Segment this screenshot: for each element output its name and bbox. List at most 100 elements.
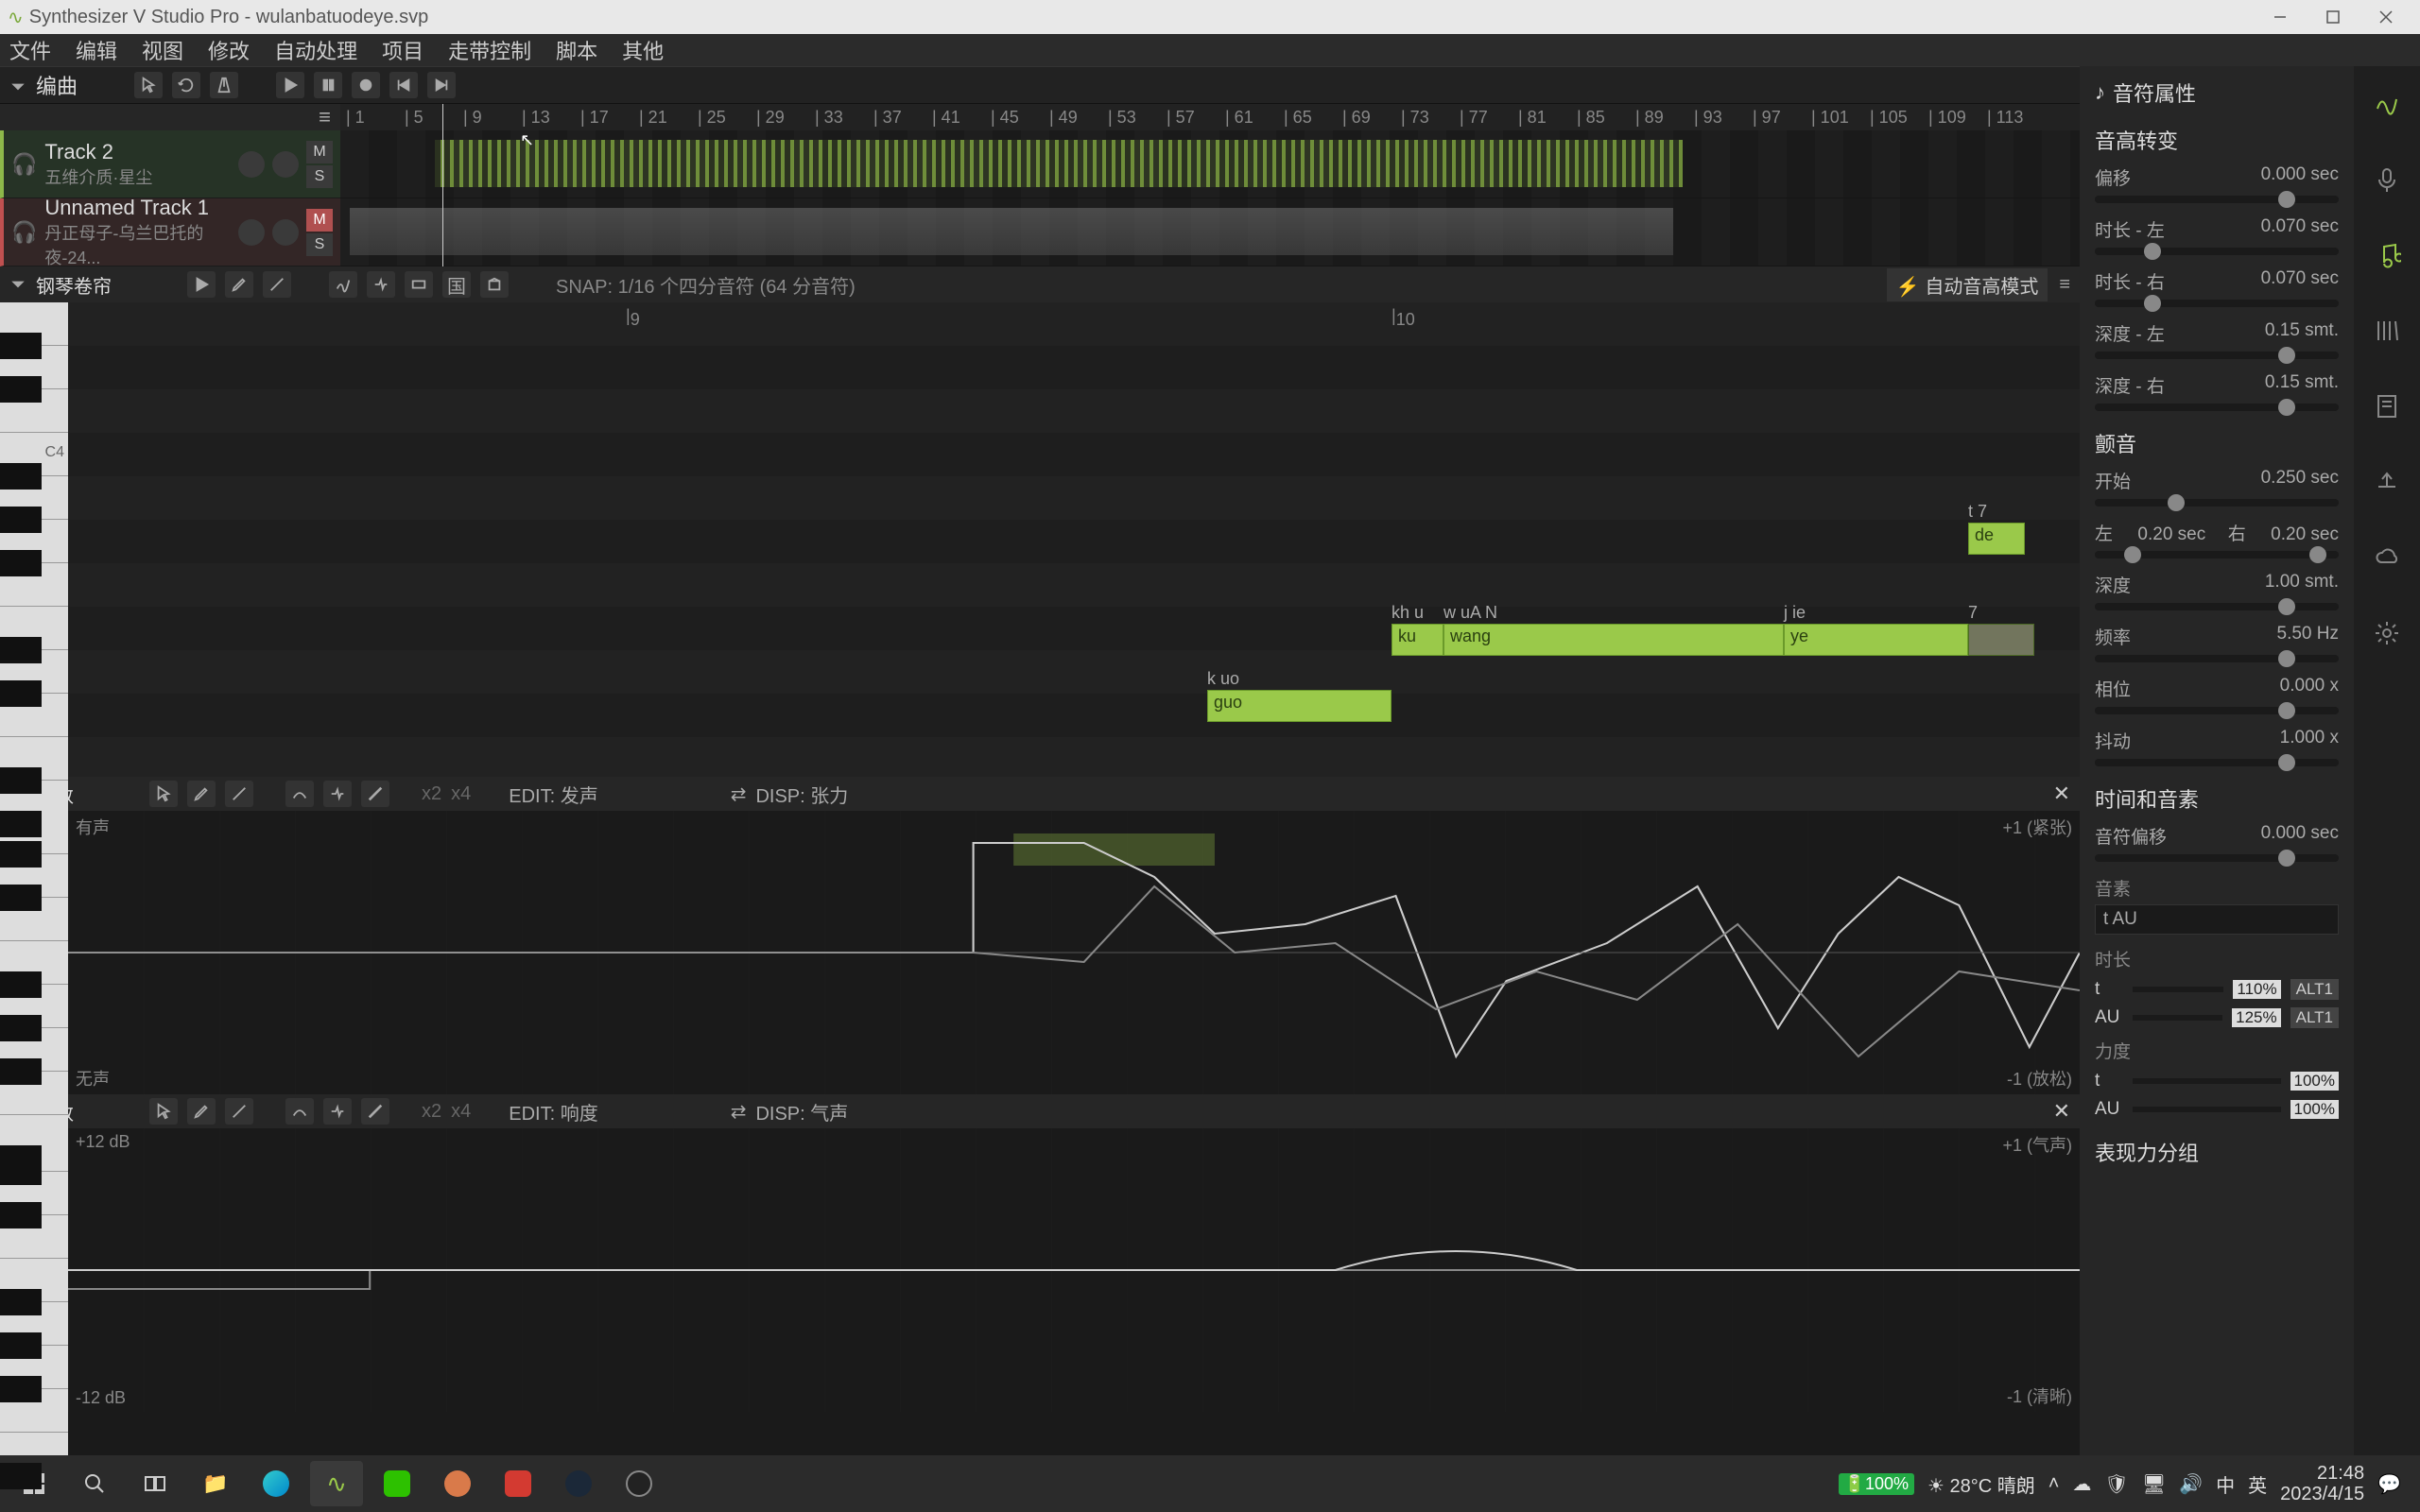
- obs-icon[interactable]: [613, 1461, 666, 1506]
- param2-tool-line[interactable]: [225, 1098, 253, 1125]
- tray-onedrive-icon[interactable]: ☁: [2072, 1472, 2091, 1496]
- midi-region[interactable]: [435, 140, 1683, 187]
- track1-solo[interactable]: S: [306, 165, 333, 188]
- val-t-dur[interactable]: 110%: [2233, 980, 2280, 999]
- ime-lang[interactable]: 中: [2216, 1470, 2235, 1498]
- transport-pause[interactable]: [314, 72, 342, 98]
- slider-vibdep[interactable]: [2095, 603, 2339, 610]
- slider-t-force[interactable]: [2133, 1078, 2281, 1084]
- param1-x2[interactable]: x2: [422, 783, 441, 805]
- track-header-1[interactable]: 🎧 Track 2 五维介质·星尘 M S: [0, 130, 340, 198]
- menu-modify[interactable]: 修改: [208, 35, 250, 65]
- wechat-icon[interactable]: [371, 1461, 424, 1506]
- track2-mute[interactable]: M: [306, 209, 333, 232]
- panel-mic-icon[interactable]: [2368, 161, 2406, 198]
- tool-loop[interactable]: [172, 72, 200, 98]
- slider-noteoff[interactable]: [2095, 854, 2339, 862]
- param2-tool-pointer[interactable]: [149, 1098, 178, 1125]
- piano-mode-5[interactable]: [480, 271, 509, 298]
- track1-knob2[interactable]: [272, 151, 299, 178]
- param1-disp[interactable]: DISP: 张力: [755, 781, 848, 808]
- piano-mode-4[interactable]: 国: [442, 271, 471, 298]
- piano-menu-icon[interactable]: ≡: [2059, 274, 2070, 296]
- transport-play[interactable]: [276, 72, 304, 98]
- slider-durl[interactable]: [2095, 248, 2339, 255]
- note-n-ye[interactable]: ye: [1784, 624, 1968, 656]
- slider-t-dur[interactable]: [2133, 987, 2223, 992]
- panel-logo-icon[interactable]: [2368, 85, 2406, 123]
- menu-project[interactable]: 项目: [382, 35, 424, 65]
- weather-widget[interactable]: ☀ 28°C 晴朗: [1927, 1470, 2035, 1498]
- snap-label[interactable]: SNAP: 1/16 个四分音符 (64 分音符): [556, 271, 856, 299]
- param1-curve-1[interactable]: [285, 781, 314, 807]
- param1-tool-line[interactable]: [225, 781, 253, 807]
- panel-render-icon[interactable]: [2368, 463, 2406, 501]
- transport-fwd[interactable]: [427, 72, 456, 98]
- arranger-menu-icon[interactable]: ≡: [0, 104, 340, 130]
- menu-other[interactable]: 其他: [622, 35, 664, 65]
- slider-au-dur[interactable]: [2133, 1015, 2222, 1021]
- task-view-button[interactable]: [129, 1461, 182, 1506]
- steam-icon[interactable]: [552, 1461, 605, 1506]
- battery-indicator[interactable]: 🔋100%: [1839, 1473, 1914, 1495]
- tool-metronome[interactable]: [210, 72, 238, 98]
- alt-au[interactable]: ALT1: [2290, 1007, 2339, 1028]
- piano-tool-line[interactable]: [263, 271, 291, 298]
- tray-defender-icon[interactable]: 🛡: [2104, 1472, 2128, 1496]
- slider-vibstart[interactable]: [2095, 499, 2339, 507]
- piano-mode-2[interactable]: [367, 271, 395, 298]
- netease-icon[interactable]: [492, 1461, 544, 1506]
- playhead[interactable]: [442, 104, 443, 266]
- slider-depl[interactable]: [2095, 352, 2339, 359]
- slider-depr[interactable]: [2095, 404, 2339, 411]
- piano-mode-3[interactable]: [405, 271, 433, 298]
- track2-solo[interactable]: S: [306, 233, 333, 256]
- swap-icon-2[interactable]: ⇄: [731, 1100, 747, 1124]
- menu-view[interactable]: 视图: [142, 35, 183, 65]
- val-t-force[interactable]: 100%: [2290, 1072, 2339, 1091]
- piano-mode-1[interactable]: [329, 271, 357, 298]
- app-icon-1[interactable]: [431, 1461, 484, 1506]
- param2-curve[interactable]: [68, 1128, 2080, 1412]
- track2-knob2[interactable]: [272, 219, 299, 246]
- alt-t[interactable]: ALT1: [2290, 979, 2339, 1000]
- panel-library-icon[interactable]: [2368, 312, 2406, 350]
- transport-back[interactable]: [389, 72, 418, 98]
- param2-x2[interactable]: x2: [422, 1101, 441, 1123]
- piano-keyboard[interactable]: C4: [0, 302, 68, 777]
- track2-knob1[interactable]: [238, 219, 265, 246]
- param1-tool-pointer[interactable]: [149, 781, 178, 807]
- tray-expand-icon[interactable]: ˄: [2048, 1473, 2060, 1495]
- tray-net-icon[interactable]: 🖥: [2142, 1472, 2166, 1496]
- param2-curve-1[interactable]: [285, 1098, 314, 1125]
- synthv-icon[interactable]: ∿: [310, 1461, 363, 1506]
- panel-settings-icon[interactable]: [2368, 614, 2406, 652]
- tray-vol-icon[interactable]: 🔊: [2179, 1472, 2203, 1496]
- param1-edit[interactable]: EDIT: 发声: [509, 781, 597, 808]
- piano-ruler[interactable]: | 9 | 10: [68, 302, 2080, 329]
- param2-curve-3[interactable]: [361, 1098, 389, 1125]
- piano-grid[interactable]: | 9 | 10 guok uokukh uwangw uA Nyej iede…: [68, 302, 2080, 777]
- menu-auto[interactable]: 自动处理: [274, 35, 357, 65]
- track1-knob1[interactable]: [238, 151, 265, 178]
- menu-script[interactable]: 脚本: [556, 35, 597, 65]
- slider-viblr[interactable]: [2095, 551, 2339, 558]
- tool-pointer[interactable]: [134, 72, 163, 98]
- transport-record[interactable]: [352, 72, 380, 98]
- clock[interactable]: 21:482023/4/15: [2280, 1463, 2364, 1504]
- note-n-ku[interactable]: ku: [1392, 624, 1443, 656]
- param2-close-icon[interactable]: ✕: [2053, 1099, 2070, 1124]
- track1-lane[interactable]: [340, 130, 2080, 198]
- collapse-arranger-icon[interactable]: [9, 77, 26, 94]
- close-button[interactable]: [2360, 0, 2412, 34]
- audio-region[interactable]: [350, 208, 1673, 255]
- param1-tool-pencil[interactable]: [187, 781, 216, 807]
- note-n-wang[interactable]: wang: [1443, 624, 1784, 656]
- val-au-dur[interactable]: 125%: [2232, 1008, 2280, 1027]
- menu-transport[interactable]: 走带控制: [448, 35, 531, 65]
- param1-close-icon[interactable]: ✕: [2053, 782, 2070, 806]
- val-au-force[interactable]: 100%: [2290, 1100, 2339, 1119]
- param1-curve-3[interactable]: [361, 781, 389, 807]
- param1-body[interactable]: C3 有声 无声 +1 (紧张) -1 (放松): [0, 811, 2080, 1094]
- param2-body[interactable]: +12 dB -12 dB +1 (气声) -1 (清晰): [0, 1128, 2080, 1412]
